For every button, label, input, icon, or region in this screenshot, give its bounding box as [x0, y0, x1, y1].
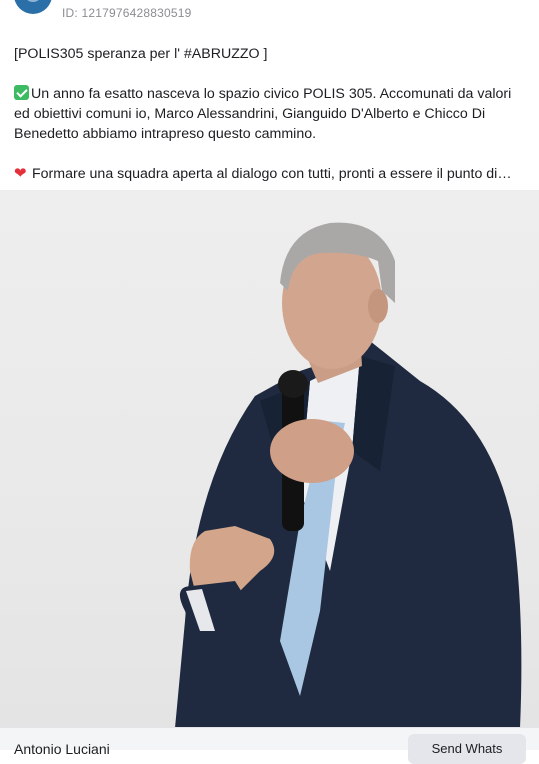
- check-mark-icon: [14, 85, 29, 100]
- post-paragraph-intro-text: Un anno fa esatto nasceva lo spazio civi…: [14, 86, 512, 142]
- post-text: [POLIS305 speranza per l' #ABRUZZO ] Un …: [14, 44, 529, 184]
- heart-icon: ❤: [14, 165, 27, 182]
- post-paragraph-intro: Un anno fa esatto nasceva lo spazio civi…: [14, 84, 529, 144]
- send-whatsapp-button[interactable]: Send Whats: [408, 734, 526, 764]
- post-id: ID: 1217976428830519: [62, 6, 192, 20]
- speaker-photo-illustration: [175, 222, 522, 728]
- author-name[interactable]: Antonio Luciani: [14, 741, 110, 757]
- avatar[interactable]: [14, 0, 52, 14]
- post-paragraph-team-text: Formare una squadra aperta al dialogo co…: [32, 166, 512, 182]
- post-photo[interactable]: [0, 190, 539, 728]
- post-footer: Antonio Luciani Send Whats: [0, 727, 539, 764]
- post-paragraph-team: ❤ Formare una squadra aperta al dialogo c…: [14, 164, 529, 184]
- post-paragraph-hashtag: [POLIS305 speranza per l' #ABRUZZO ]: [14, 46, 268, 62]
